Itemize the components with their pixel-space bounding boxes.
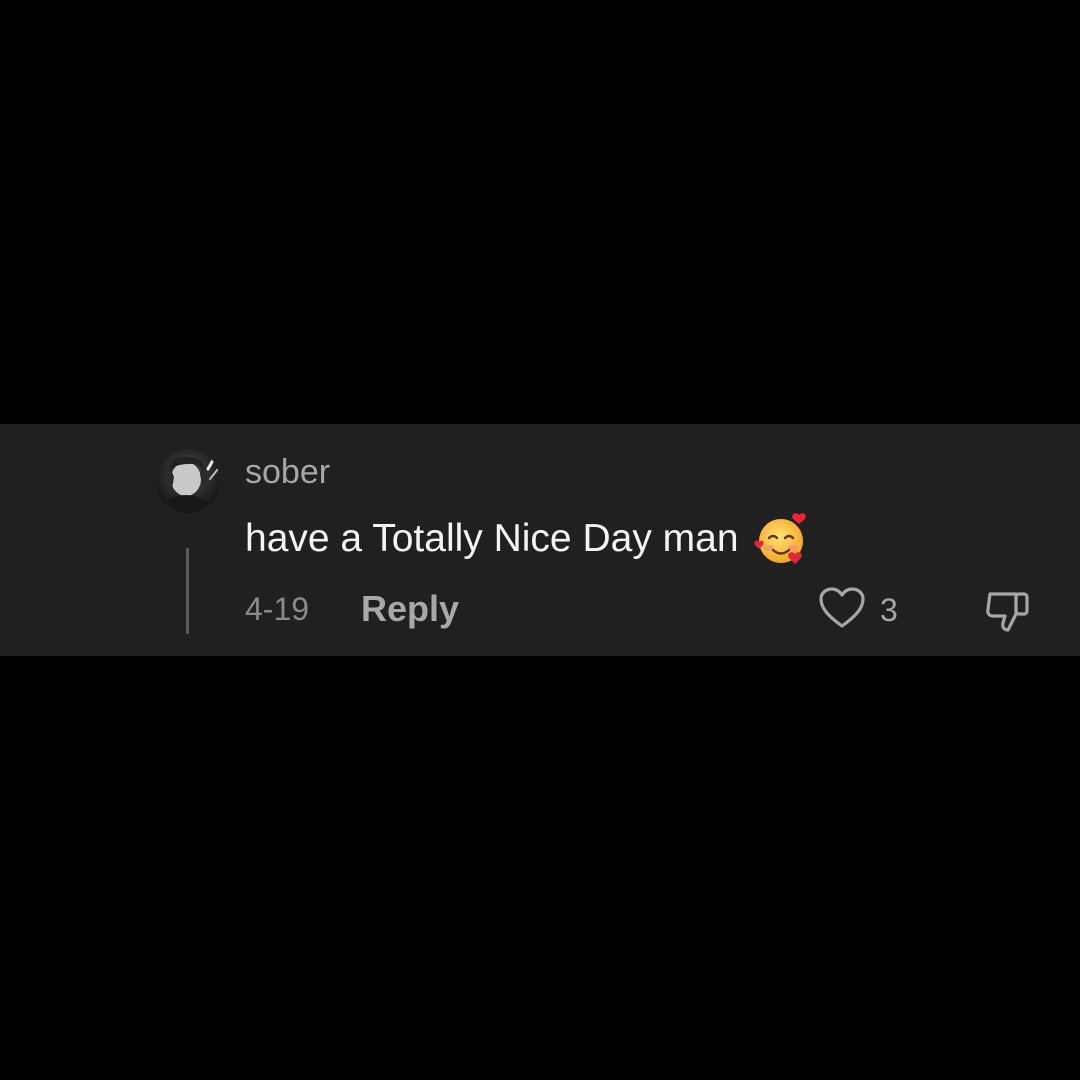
dislike-button[interactable] [982,584,1034,636]
screen: sober have a Totally Nice Day man 4-19 R… [0,0,1080,1080]
comment-timestamp: 4-19 [245,591,310,627]
username[interactable]: sober [245,452,330,492]
like-count: 3 [880,592,898,628]
heart-outline-icon [818,586,866,635]
thumbs-down-outline-icon [982,584,1034,636]
thread-line [186,548,189,634]
reply-button[interactable]: Reply [361,588,459,630]
avatar[interactable] [156,449,220,513]
smiling-face-with-hearts-icon [753,510,811,568]
comment-body: have a Totally Nice Day man [245,510,811,568]
comment-text: have a Totally Nice Day man [245,517,739,560]
like-button[interactable]: 3 [818,586,898,634]
avatar-image [156,449,220,513]
